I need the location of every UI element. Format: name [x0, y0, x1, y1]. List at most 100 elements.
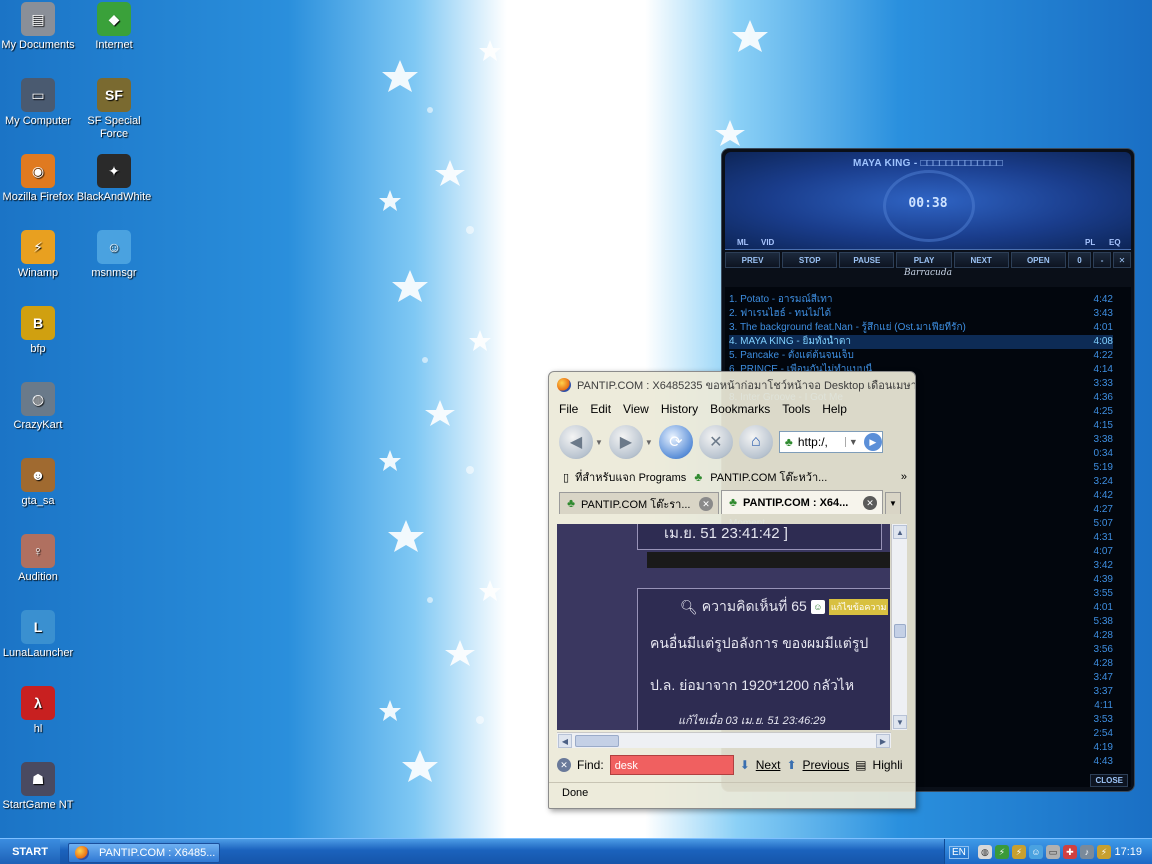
scroll-down-arrow-icon[interactable]: ▼: [893, 715, 907, 729]
bookmark-pantip[interactable]: PANTIP.COM โต๊ะหว้า...: [710, 468, 827, 486]
horizontal-scrollbar[interactable]: ◀ ▶: [557, 732, 891, 748]
bookmark-programs[interactable]: ที่สำหรับแจก Programs: [575, 468, 686, 486]
desktop-icon[interactable]: ◉ Mozilla Firefox: [0, 154, 76, 204]
page-content[interactable]: เม.ย. 51 23:41:42 ] 🔍︎ ความคิดเห็นที่ 65…: [557, 524, 890, 730]
stop-button[interactable]: ✕: [698, 425, 733, 459]
start-button[interactable]: START: [0, 839, 60, 864]
playlist-item-time: 3:24: [1093, 476, 1113, 487]
winamp-ml-button[interactable]: ML: [737, 238, 749, 247]
tab-list-dropdown-icon[interactable]: ▼: [885, 492, 901, 514]
forward-button[interactable]: ▶: [608, 425, 643, 459]
desktop-icon[interactable]: L LunaLauncher: [0, 610, 76, 660]
playlist-item-time: 4:28: [1093, 630, 1113, 641]
url-bar[interactable]: ♣ http:/, ▼ ▶: [778, 431, 883, 453]
playlist-item-time: 4:31: [1093, 532, 1113, 543]
tab-close-icon[interactable]: ✕: [863, 495, 877, 510]
desktop-icon[interactable]: ▭ My Computer: [0, 78, 76, 128]
find-previous-button[interactable]: Previous: [803, 758, 850, 772]
menu-tools[interactable]: Tools: [782, 402, 810, 416]
desktop-icon[interactable]: ☻ gta_sa: [0, 458, 76, 508]
winamp-close-x-button[interactable]: ✕: [1113, 252, 1131, 268]
playlist-item-time: 4:42: [1093, 294, 1113, 305]
back-history-dropdown-icon[interactable]: ▼: [595, 438, 603, 447]
find-next-button[interactable]: Next: [756, 758, 781, 772]
desktop-icon[interactable]: ☺ msnmsgr: [76, 230, 152, 280]
desktop-icon[interactable]: Bbfp: [0, 306, 76, 356]
menu-file[interactable]: File: [559, 402, 578, 416]
taskbar-item-firefox[interactable]: PANTIP.COM : X6485...: [68, 843, 220, 863]
playlist-item[interactable]: 4. MAYA KING - ยิ้มทั้งน้ำตา 4:08: [729, 335, 1113, 349]
tray-volume-icon[interactable]: ♪: [1079, 845, 1094, 859]
language-indicator[interactable]: EN: [949, 845, 969, 859]
menu-view[interactable]: View: [623, 402, 649, 416]
firefox-logo-icon: [75, 846, 89, 860]
tray-network-icon[interactable]: ◍: [977, 845, 992, 859]
tray-monitor-icon[interactable]: ▭: [1045, 845, 1060, 859]
tray-update-icon[interactable]: ⚡: [1096, 845, 1111, 859]
firefox-window[interactable]: PANTIP.COM : X6485235 ขอหน้าก่อมาโชว์หน้…: [548, 371, 916, 809]
tray-msn-icon[interactable]: ☺: [1028, 845, 1043, 859]
tray-security-icon[interactable]: ✚: [1062, 845, 1077, 859]
go-button-icon[interactable]: ▶: [863, 433, 882, 451]
desktop-icon[interactable]: SF SF Special Force: [76, 78, 152, 141]
winamp-play-button[interactable]: PLAY: [896, 252, 952, 268]
playlist-item[interactable]: 5. Pancake - ตั้งแต่ต้นจนเจ็บ 4:22: [729, 349, 1113, 363]
desktop-icon[interactable]: ✦ BlackAndWhite: [76, 154, 152, 204]
tab-pantip-2[interactable]: ♣ PANTIP.COM : X64... ✕: [721, 490, 883, 514]
winamp-volume[interactable]: 0: [1067, 252, 1092, 268]
desktop-icon[interactable]: ◍ CrazyKart: [0, 382, 76, 432]
bookmarks-overflow-icon[interactable]: »: [901, 471, 907, 483]
scroll-left-arrow-icon[interactable]: ◀: [558, 734, 572, 748]
winamp-pause-button[interactable]: PAUSE: [839, 252, 895, 268]
menu-bookmarks[interactable]: Bookmarks: [710, 402, 770, 416]
playlist-item-time: 5:38: [1093, 616, 1113, 627]
winamp-icon: ⚡: [21, 230, 55, 264]
winamp-playlist-close-button[interactable]: CLOSE: [1090, 774, 1128, 787]
forward-history-dropdown-icon[interactable]: ▼: [645, 438, 653, 447]
vertical-scrollbar[interactable]: ▲ ▼: [891, 524, 907, 730]
desktop-icon-label: Mozilla Firefox: [2, 191, 74, 203]
tray-winamp-icon[interactable]: ⚡: [1011, 845, 1026, 859]
winamp-eq-button[interactable]: EQ: [1109, 238, 1121, 247]
menu-edit[interactable]: Edit: [590, 402, 611, 416]
winamp-minimize-button[interactable]: -: [1093, 252, 1112, 268]
url-dropdown-icon[interactable]: ▼: [844, 437, 861, 447]
scroll-up-arrow-icon[interactable]: ▲: [893, 525, 907, 539]
playlist-item[interactable]: 3. The background feat.Nan - รู้สึกแย่ (…: [729, 321, 1113, 335]
playlist-item[interactable]: 1. Potato - อารมณ์สีเทา 4:42: [729, 293, 1113, 307]
winamp-open-button[interactable]: OPEN: [1010, 252, 1066, 268]
playlist-item-time: 4:36: [1093, 392, 1113, 403]
find-input[interactable]: desk: [609, 755, 734, 775]
winamp-next-button[interactable]: NEXT: [953, 252, 1009, 268]
winamp-pl-button[interactable]: PL: [1085, 238, 1095, 247]
gta-icon: ☻: [21, 458, 55, 492]
desktop-icon[interactable]: ▤ My Documents: [0, 2, 76, 52]
desktop-icon[interactable]: ◆ Internet: [76, 2, 152, 52]
computer-icon: ▭: [21, 78, 55, 112]
menu-history[interactable]: History: [661, 402, 698, 416]
firefox-titlebar[interactable]: PANTIP.COM : X6485235 ขอหน้าก่อมาโชว์หน้…: [549, 372, 915, 398]
winamp-stop-button[interactable]: STOP: [782, 252, 838, 268]
edit-comment-link[interactable]: แก้ไขข้อความ: [828, 599, 889, 615]
vertical-scroll-thumb[interactable]: [894, 624, 906, 638]
horizontal-scroll-thumb[interactable]: [575, 735, 619, 747]
tab-close-icon[interactable]: ✕: [699, 496, 713, 511]
find-close-icon[interactable]: ✕: [557, 758, 571, 772]
tray-plugin-icon[interactable]: ⚡: [994, 845, 1009, 859]
scroll-right-arrow-icon[interactable]: ▶: [876, 734, 890, 748]
desktop-icon[interactable]: ♀ Audition: [0, 534, 76, 584]
playlist-item-time: 3:43: [1093, 308, 1113, 319]
find-highlight-button[interactable]: Highli: [873, 758, 903, 772]
menu-help[interactable]: Help: [822, 402, 847, 416]
clock: 17:19: [1114, 846, 1142, 858]
playlist-item[interactable]: 2. ฟาเรนไฮธ์ - ทนไม่ได้ 3:43: [729, 307, 1113, 321]
desktop-icon[interactable]: λ hl: [0, 686, 76, 736]
tab-pantip-1[interactable]: ♣ PANTIP.COM โต๊ะรา... ✕: [559, 492, 719, 514]
home-button[interactable]: ⌂: [738, 425, 773, 459]
reload-button[interactable]: ⟳: [658, 425, 693, 459]
winamp-prev-button[interactable]: PREV: [725, 252, 781, 268]
desktop-icon[interactable]: ⚡ Winamp: [0, 230, 76, 280]
back-button[interactable]: ◀: [559, 425, 593, 459]
winamp-vid-button[interactable]: VID: [761, 238, 774, 247]
desktop-icon[interactable]: ☗ StartGame NT: [0, 762, 76, 812]
